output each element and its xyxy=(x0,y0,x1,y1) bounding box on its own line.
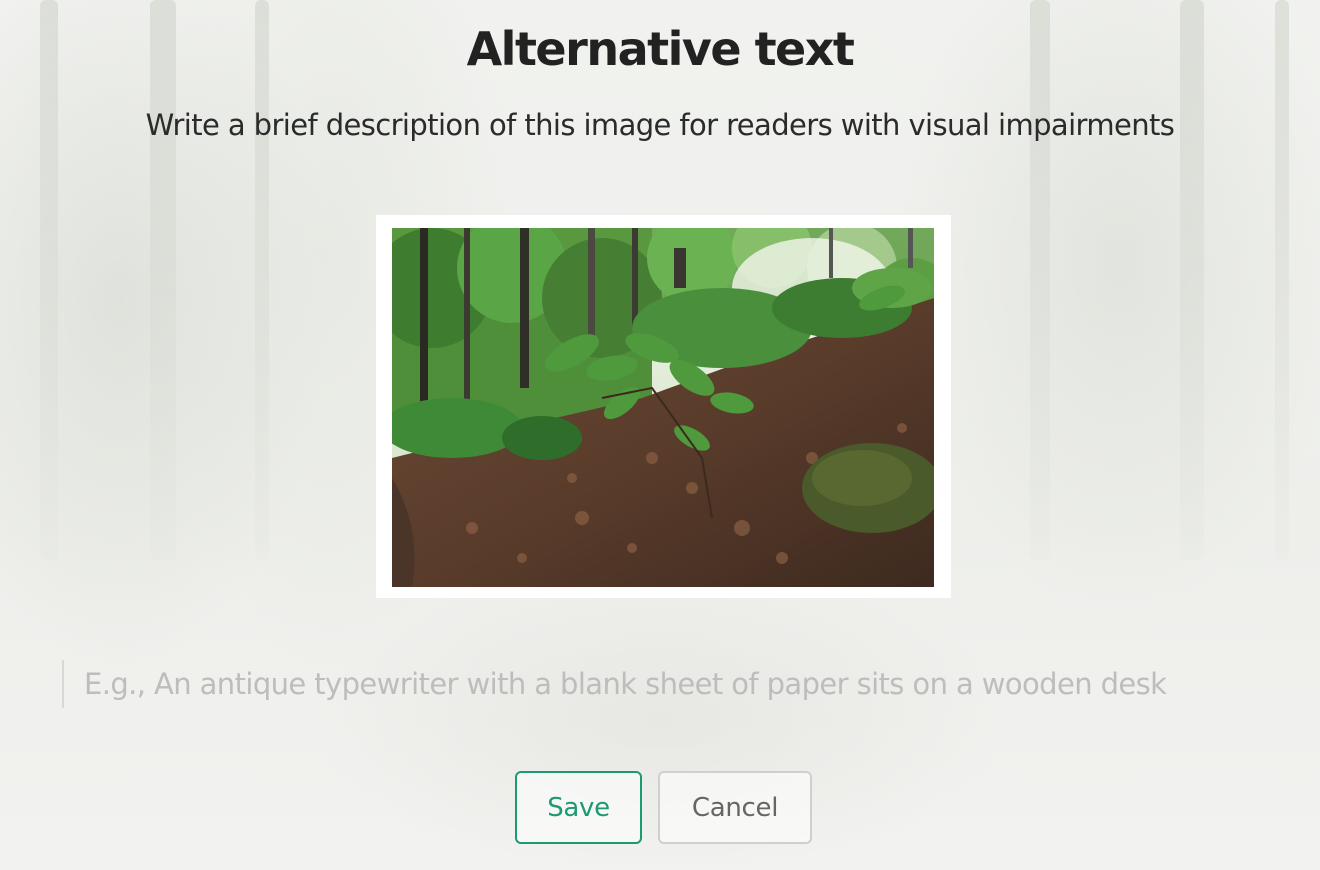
cancel-button-label: Cancel xyxy=(691,792,779,823)
save-button-label: Save xyxy=(547,792,610,823)
alt-text-field-wrapper xyxy=(62,660,1262,708)
alt-text-overlay: Alternative text Write a brief descripti… xyxy=(0,0,1320,870)
alt-text-input[interactable] xyxy=(84,660,1254,708)
alt-text-dialog: Alternative text Write a brief descripti… xyxy=(0,0,1320,870)
save-button[interactable]: Save xyxy=(515,771,642,844)
dialog-title: Alternative text xyxy=(466,22,855,76)
image-preview xyxy=(392,228,934,587)
image-preview-frame xyxy=(376,215,951,598)
dialog-subtitle: Write a brief description of this image … xyxy=(145,108,1175,142)
cancel-button[interactable]: Cancel xyxy=(658,771,812,844)
forest-photo xyxy=(392,228,934,587)
